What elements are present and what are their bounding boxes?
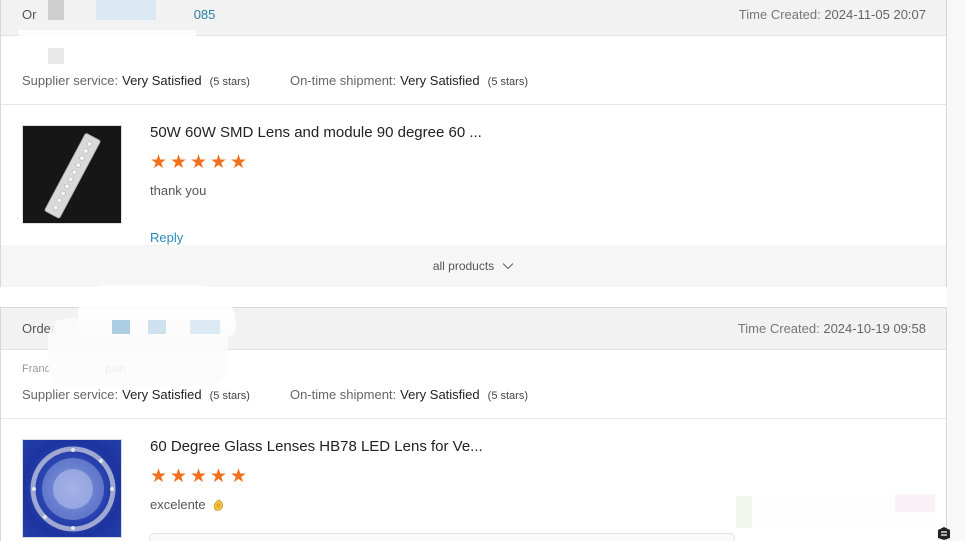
product-star-rating: ★ ★ ★ ★ ★ [150,152,248,173]
time-value: 2024-10-19 09:58 [823,321,926,336]
redaction-overlay [18,30,196,76]
time-created: Time Created: 2024-10-19 09:58 [738,321,926,336]
redaction-overlay [895,494,935,512]
redaction-overlay [112,320,130,334]
redaction-overlay [736,496,752,528]
star-icon: ★ [230,152,248,173]
product-title[interactable]: 60 Degree Glass Lenses HB78 LED Lens for… [150,438,483,455]
shipment-label: On-time shipment: [289,73,397,88]
reply-link[interactable]: Reply [150,230,183,245]
redaction-overlay [48,48,64,64]
star-icon: ★ [210,466,228,487]
supplier-service-stars: (5 stars) [209,390,250,402]
order-label: Or [22,7,37,22]
ok-hand-emoji-icon [214,499,224,511]
supplier-service-value: Very Satisfied [122,387,202,402]
review-text: thank you [150,183,207,198]
star-icon: ★ [210,152,228,173]
time-created: Time Created: 2024-11-05 20:07 [739,7,926,22]
star-icon: ★ [170,152,188,173]
star-icon: ★ [190,466,208,487]
shipment-value: Very Satisfied [400,387,480,402]
scrollbar[interactable] [947,0,965,541]
star-icon: ★ [170,466,188,487]
product-thumbnail[interactable] [22,125,122,224]
time-value: 2024-11-05 20:07 [824,7,926,22]
chat-widget-icon[interactable] [936,526,952,541]
redaction-overlay [48,0,64,20]
review-text: excelente [150,497,225,512]
reply-input[interactable] [149,533,735,541]
star-icon: ★ [230,466,248,487]
all-products-toggle[interactable]: all products [1,245,946,287]
supplier-service-stars: (5 stars) [209,76,250,88]
time-label: Time Created: [738,7,821,22]
product-title[interactable]: 50W 60W SMD Lens and module 90 degree 60… [150,124,482,141]
review-text-value: excelente [150,497,206,512]
time-label: Time Created: [737,321,820,336]
star-icon: ★ [190,152,208,173]
product-star-rating: ★ ★ ★ ★ ★ [150,466,248,487]
product-thumbnail[interactable] [22,439,122,538]
all-products-label: all products [432,259,495,273]
rating-line: Supplier service: Very Satisfied (5 star… [22,387,528,402]
shipment-stars: (5 stars) [487,390,528,402]
shipment-value: Very Satisfied [400,73,480,88]
redaction-overlay [148,320,166,334]
star-icon: ★ [150,466,168,487]
product-review: 50W 60W SMD Lens and module 90 degree 60… [1,105,946,245]
shipment-stars: (5 stars) [487,76,528,88]
star-icon: ★ [150,152,168,173]
redaction-overlay [96,0,156,20]
shipment-label: On-time shipment: [289,387,397,402]
order-number-link[interactable]: 085 [194,7,216,22]
supplier-service-label: Supplier service: [22,387,119,402]
redaction-overlay [190,320,220,334]
chevron-down-icon [502,263,514,270]
